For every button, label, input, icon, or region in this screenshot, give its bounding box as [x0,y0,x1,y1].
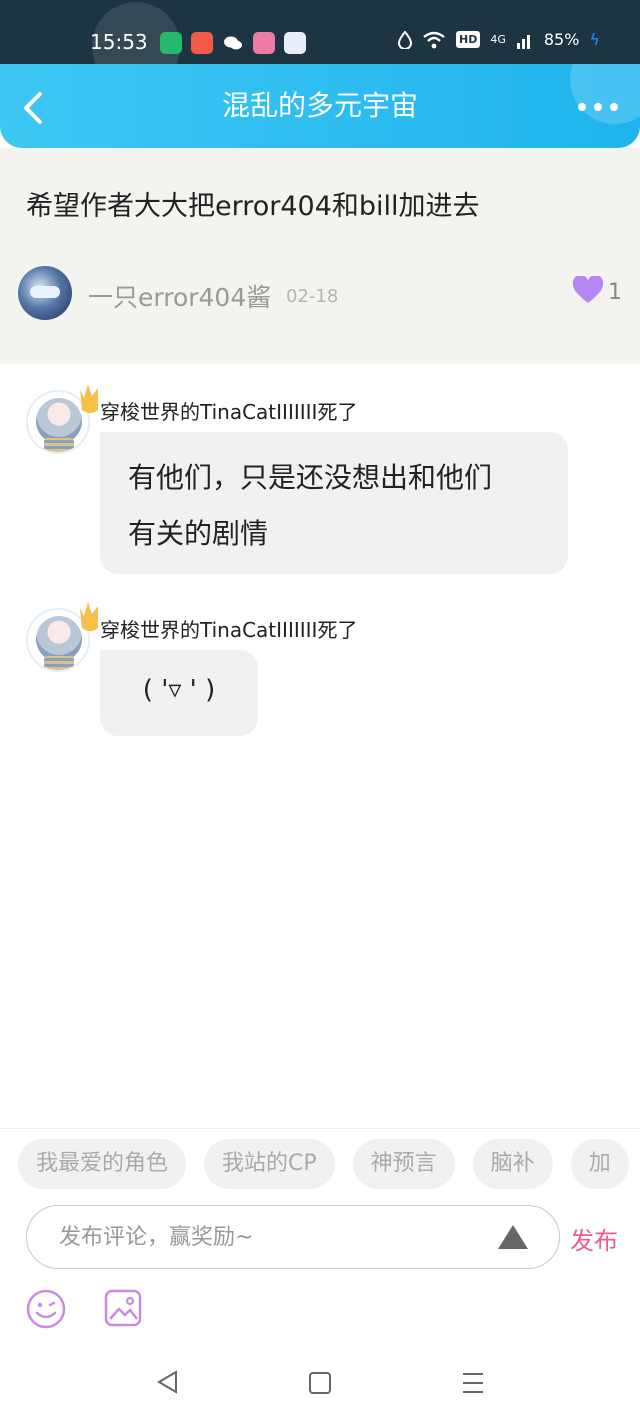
notification-icons [160,32,306,54]
network-type: 4G [490,33,506,46]
image-icon[interactable] [104,1289,142,1327]
comment-bubble: ( '▿ ' ) [100,650,258,736]
comment-bubble: 有他们，只是还没想出和他们 有关的剧情 [100,432,568,574]
tag-chip[interactable]: 加 [570,1139,629,1189]
publish-button[interactable]: 发布 [570,1221,618,1256]
battery-app-icon [160,32,182,54]
comment-input[interactable] [59,1206,499,1268]
nav-back-icon[interactable] [156,1370,178,1394]
baidu-icon [284,32,306,54]
nav-home-icon[interactable] [309,1372,331,1394]
tag-chip[interactable]: 神预言 [352,1139,455,1189]
tag-chip[interactable]: 我站的CP [204,1139,335,1189]
grid-app-icon [191,32,213,54]
commenter-name[interactable]: 穿梭世界的TinaCatIIIIIII死了 [100,614,357,643]
comment-text-line: 有他们，只是还没想出和他们 [128,461,493,494]
comment-text: ( '▿ ' ) [142,675,216,705]
bilibili-icon [253,32,275,54]
topic-tags: 我最爱的角色 我站的CP 神预言 脑补 加 [18,1139,629,1189]
back-arrow-icon[interactable] [14,88,54,128]
tag-chip[interactable]: 我最爱的角色 [18,1139,187,1189]
data-saver-icon [398,30,412,49]
post-date: 02-18 [286,286,339,307]
more-options-icon[interactable] [578,100,618,114]
status-time: 15:53 [90,30,148,54]
hd-icon: HD [456,31,481,48]
tag-chip[interactable]: 脑补 [472,1139,553,1189]
battery-level: 85% [543,30,580,49]
status-bar: 15:53 HD 4G 85% ϟ [0,0,640,64]
emoji-icon[interactable] [26,1289,66,1329]
post-header: 希望作者大大把error404和bill加进去 一只error404酱 02-1… [0,148,640,364]
author-avatar[interactable] [18,266,72,320]
page-title: 混乱的多元宇宙 [221,89,418,122]
signal-icon [516,34,530,49]
wifi-icon [423,31,445,48]
commenter-name[interactable]: 穿梭世界的TinaCatIIIIIII死了 [100,396,357,425]
title-bar: 混乱的多元宇宙 [0,64,640,148]
comment-text-line: 有关的剧情 [128,517,269,550]
status-indicators: HD 4G 85% ϟ [398,30,600,49]
nav-menu-icon[interactable] [462,1372,484,1394]
charging-icon: ϟ [589,30,600,49]
author-name[interactable]: 一只error404酱 [88,278,271,314]
post-text: 希望作者大大把error404和bill加进去 [26,191,480,222]
comment-input-box[interactable] [26,1205,560,1269]
triangle-icon[interactable] [497,1224,529,1250]
like-count: 1 [608,280,622,305]
heart-icon[interactable] [572,276,604,304]
wechat-icon [222,32,244,54]
